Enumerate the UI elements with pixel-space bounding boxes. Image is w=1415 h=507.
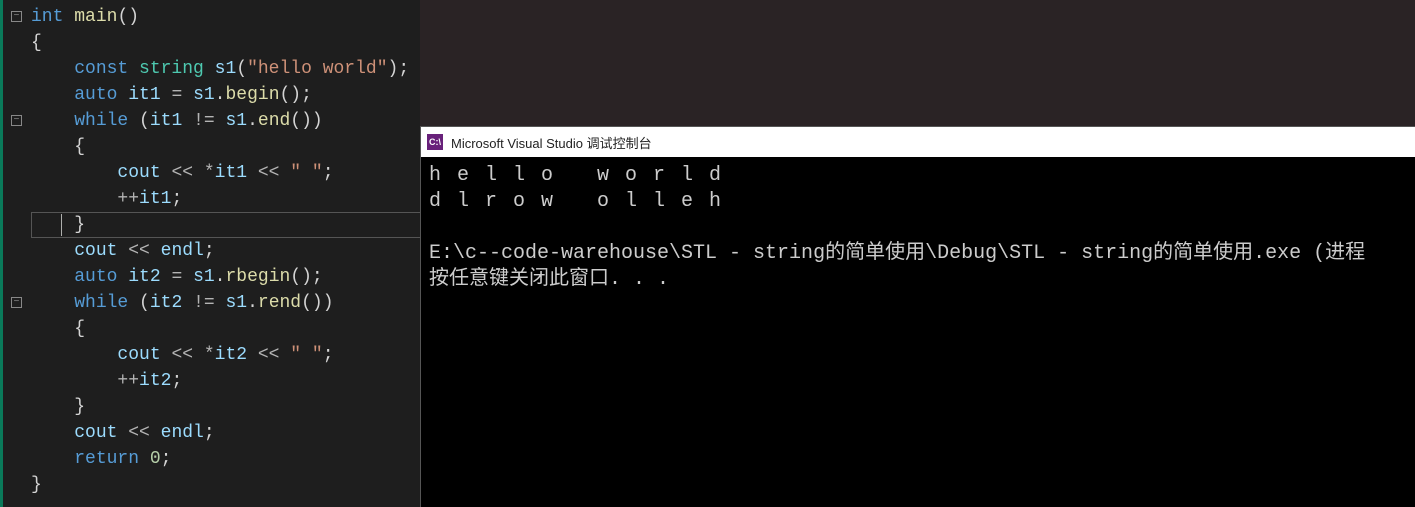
fold-toggle[interactable]: − bbox=[11, 115, 22, 126]
console-output[interactable]: h e l l o w o r l dd l r o w o l l e h E… bbox=[421, 157, 1415, 299]
code-line[interactable]: auto it2 = s1.rbegin(); bbox=[31, 264, 409, 290]
console-line: d l r o w o l l e h bbox=[429, 189, 1407, 215]
fold-gutter: − − − bbox=[6, 0, 28, 507]
vs-icon: C:\ bbox=[427, 134, 443, 150]
code-line[interactable]: return 0; bbox=[31, 446, 409, 472]
code-line[interactable]: { bbox=[31, 134, 409, 160]
code-line[interactable]: cout << endl; bbox=[31, 420, 409, 446]
console-line: E:\c--code-warehouse\STL - string的简单使用\D… bbox=[429, 241, 1407, 267]
editor-background-right bbox=[420, 0, 1415, 126]
code-line[interactable]: while (it2 != s1.rend()) bbox=[31, 290, 409, 316]
code-line[interactable]: { bbox=[31, 316, 409, 342]
code-editor[interactable]: −−− int main(){ const string s1("hello w… bbox=[0, 0, 420, 507]
code-line[interactable]: const string s1("hello world"); bbox=[31, 56, 409, 82]
code-line[interactable]: auto it1 = s1.begin(); bbox=[31, 82, 409, 108]
code-line[interactable]: } bbox=[31, 394, 409, 420]
console-titlebar[interactable]: C:\ Microsoft Visual Studio 调试控制台 bbox=[421, 127, 1415, 157]
console-title: Microsoft Visual Studio 调试控制台 bbox=[451, 133, 652, 152]
code-line[interactable]: cout << endl; bbox=[31, 238, 409, 264]
code-line[interactable]: { bbox=[31, 30, 409, 56]
console-line: h e l l o w o r l d bbox=[429, 163, 1407, 189]
fold-toggle[interactable]: − bbox=[11, 11, 22, 22]
code-line[interactable]: } bbox=[31, 212, 409, 238]
code-line[interactable]: while (it1 != s1.end()) bbox=[31, 108, 409, 134]
code-line[interactable]: cout << *it2 << " "; bbox=[31, 342, 409, 368]
code-line[interactable]: ++it2; bbox=[31, 368, 409, 394]
code-line[interactable]: ++it1; bbox=[31, 186, 409, 212]
code-line[interactable]: } bbox=[31, 472, 409, 498]
code-line[interactable]: int main() bbox=[31, 4, 409, 30]
fold-toggle[interactable]: − bbox=[11, 297, 22, 308]
console-line bbox=[429, 215, 1407, 241]
code-area[interactable]: int main(){ const string s1("hello world… bbox=[31, 4, 409, 498]
console-line: 按任意键关闭此窗口. . . bbox=[429, 267, 1407, 293]
debug-console-window: C:\ Microsoft Visual Studio 调试控制台 h e l … bbox=[420, 126, 1415, 507]
code-line[interactable]: cout << *it1 << " "; bbox=[31, 160, 409, 186]
